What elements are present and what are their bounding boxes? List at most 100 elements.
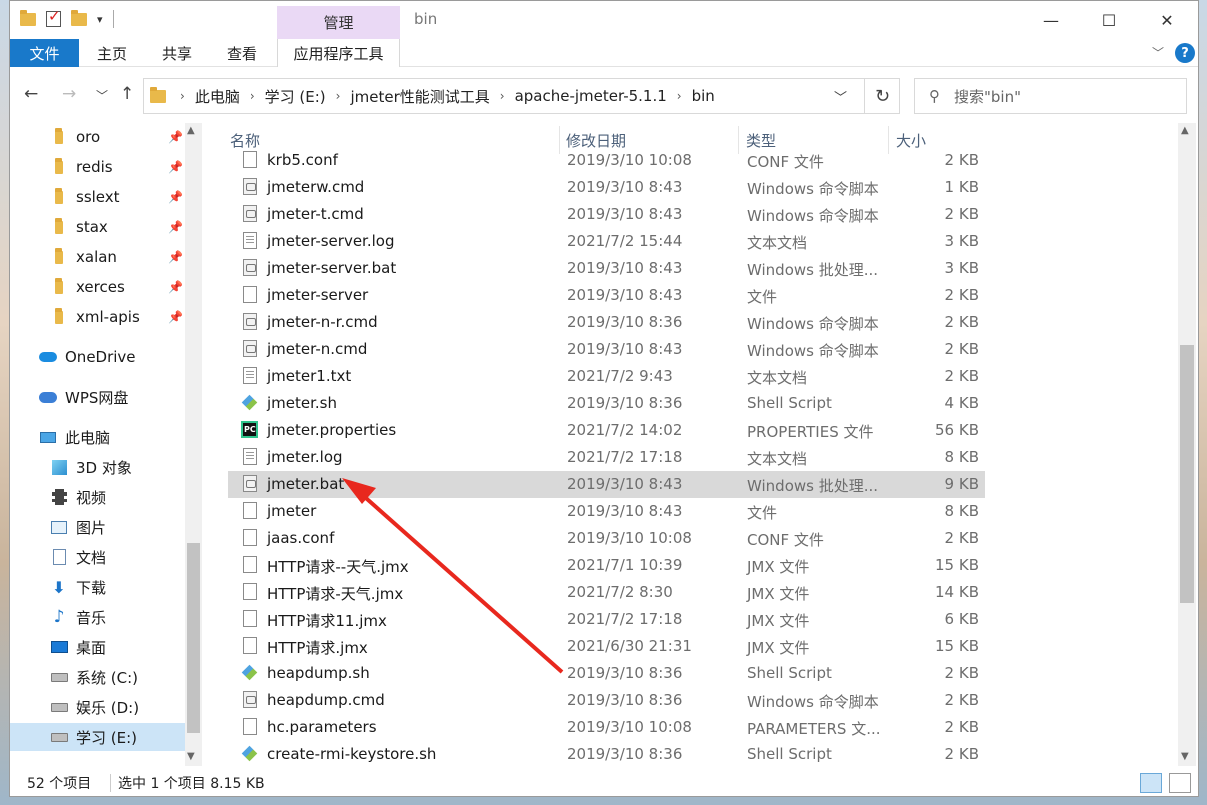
- chevron-right-icon[interactable]: ›: [180, 89, 185, 103]
- file-row[interactable]: jmeter.log 2021/7/2 17:18 文本文档 8 KB: [228, 444, 985, 471]
- tab-home[interactable]: 主页: [81, 39, 143, 67]
- sidebar-item-desktop[interactable]: 桌面: [10, 633, 185, 661]
- sidebar-item-xalan[interactable]: xalan 📌: [10, 243, 185, 271]
- file-row[interactable]: HTTP请求--天气.jmx 2021/7/1 10:39 JMX 文件 15 KB: [228, 552, 985, 579]
- tab-application-tools[interactable]: 应用程序工具: [277, 39, 400, 67]
- sidebar-item-oro[interactable]: oro 📌: [10, 123, 185, 151]
- forward-arrow-icon[interactable]: →: [62, 84, 76, 104]
- file-row[interactable]: heapdump.cmd 2019/3/10 8:36 Windows 命令脚本 2 …: [228, 687, 985, 714]
- chevron-right-icon[interactable]: ›: [336, 89, 341, 103]
- breadcrumb-apache-jmeter[interactable]: apache-jmeter-5.1.1: [515, 87, 667, 105]
- file-row[interactable]: jmeter-server 2019/3/10 8:43 文件 2 KB: [228, 282, 985, 309]
- sidebar-item-sslext[interactable]: sslext 📌: [10, 183, 185, 211]
- pin-icon[interactable]: 📌: [168, 280, 183, 294]
- sidebar-item-downloads[interactable]: ⬇ 下载: [10, 573, 185, 601]
- file-row[interactable]: heapdump.sh 2019/3/10 8:36 Shell Script 2 K…: [228, 660, 985, 687]
- maximize-button[interactable]: ☐: [1086, 7, 1132, 33]
- file-name: jmeter.sh: [267, 394, 337, 412]
- sidebar-item-redis[interactable]: redis 📌: [10, 153, 185, 181]
- sidebar-item-drive-c[interactable]: 系统 (C:): [10, 663, 185, 691]
- expand-ribbon-chevron-icon[interactable]: ﹀: [1152, 44, 1164, 61]
- help-icon[interactable]: ?: [1175, 43, 1195, 63]
- file-row[interactable]: jmeter-n-r.cmd 2019/3/10 8:36 Windows 命令脚本…: [228, 309, 985, 336]
- pin-icon[interactable]: 📌: [168, 160, 183, 174]
- back-arrow-icon[interactable]: ←: [24, 84, 38, 104]
- sidebar-item-drive-d[interactable]: 娱乐 (D:): [10, 693, 185, 721]
- pin-icon[interactable]: 📌: [168, 250, 183, 264]
- drive-icon: [50, 732, 68, 742]
- file-row[interactable]: HTTP请求.jmx 2021/6/30 21:31 JMX 文件 15 KB: [228, 633, 985, 660]
- scroll-down-arrow-icon[interactable]: ▼: [1181, 751, 1189, 762]
- sidebar-scroll-thumb[interactable]: [187, 543, 200, 733]
- address-history-chevron-icon[interactable]: ﹀: [834, 87, 847, 106]
- pin-icon[interactable]: 📌: [168, 220, 183, 234]
- file-row[interactable]: jmeter 2019/3/10 8:43 文件 8 KB: [228, 498, 985, 525]
- tab-view[interactable]: 查看: [211, 39, 273, 67]
- sidebar-item-xml-apis[interactable]: xml-apis 📌: [10, 303, 185, 331]
- large-icons-view-icon[interactable]: [1169, 773, 1191, 793]
- sidebar-item-stax[interactable]: stax 📌: [10, 213, 185, 241]
- recent-locations-chevron-icon[interactable]: ﹀: [96, 87, 108, 104]
- file-row[interactable]: jmeter-n.cmd 2019/3/10 8:43 Windows 命令脚本 2 …: [228, 336, 985, 363]
- file-row[interactable]: PC jmeter.properties 2021/7/2 14:02 PROPERT…: [228, 417, 985, 444]
- file-row[interactable]: create-rmi-keystore.sh 2019/3/10 8:36 Shel…: [228, 741, 985, 766]
- sidebar-item-music[interactable]: ♪ 音乐: [10, 603, 185, 631]
- breadcrumb-this-pc[interactable]: 此电脑: [195, 86, 240, 107]
- pin-icon[interactable]: 📌: [168, 190, 183, 204]
- tab-file[interactable]: 文件: [10, 39, 79, 67]
- sidebar-item-this-pc[interactable]: 此电脑: [10, 423, 185, 451]
- file-name: jmeterw.cmd: [267, 178, 365, 196]
- file-list-scrollbar[interactable]: ▲ ▼: [1178, 123, 1196, 766]
- manage-context-tab[interactable]: 管理: [277, 6, 400, 39]
- minimize-button[interactable]: —: [1028, 7, 1074, 33]
- breadcrumb-drive-e[interactable]: 学习 (E:): [265, 86, 326, 107]
- sidebar-item-onedrive[interactable]: OneDrive: [10, 343, 185, 371]
- tab-share[interactable]: 共享: [146, 39, 208, 67]
- file-row[interactable]: jmeter.bat 2019/3/10 8:43 Windows 批处理... 9 …: [228, 471, 985, 498]
- file-row[interactable]: jmeter.sh 2019/3/10 8:36 Shell Script 4 KB: [228, 390, 985, 417]
- search-box[interactable]: ⚲ 搜索"bin": [914, 78, 1187, 114]
- address-bar[interactable]: › 此电脑 › 学习 (E:) › jmeter性能测试工具 › apache-…: [143, 78, 900, 114]
- sidebar-item-drive-e[interactable]: 学习 (E:): [10, 723, 185, 751]
- breadcrumb-bin[interactable]: bin: [692, 87, 715, 105]
- sidebar-item-3d-objects[interactable]: 3D 对象: [10, 453, 185, 481]
- scroll-down-arrow-icon[interactable]: ▼: [187, 751, 195, 762]
- sidebar-item-videos[interactable]: 视频: [10, 483, 185, 511]
- sidebar-scrollbar[interactable]: ▲ ▼: [185, 123, 202, 766]
- file-row[interactable]: jmeter-server.bat 2019/3/10 8:43 Windows 批…: [228, 255, 985, 282]
- file-row[interactable]: jmeterw.cmd 2019/3/10 8:43 Windows 命令脚本 1 K…: [228, 174, 985, 201]
- scroll-up-arrow-icon[interactable]: ▲: [1181, 125, 1189, 136]
- pin-icon[interactable]: 📌: [168, 130, 183, 144]
- file-row[interactable]: hc.parameters 2019/3/10 10:08 PARAMETERS 文…: [228, 714, 985, 741]
- file-name: jmeter1.txt: [267, 367, 352, 385]
- customize-toolbar-chevron-icon[interactable]: ▾: [97, 13, 103, 26]
- file-row[interactable]: krb5.conf 2019/3/10 10:08 CONF 文件 2 KB: [228, 147, 985, 174]
- chevron-right-icon[interactable]: ›: [677, 89, 682, 103]
- sidebar-item-documents[interactable]: 文档: [10, 543, 185, 571]
- sidebar-item-xerces[interactable]: xerces 📌: [10, 273, 185, 301]
- file-type: 文本文档: [747, 234, 808, 252]
- file-row[interactable]: jaas.conf 2019/3/10 10:08 CONF 文件 2 KB: [228, 525, 985, 552]
- pin-icon[interactable]: 📌: [168, 310, 183, 324]
- file-row[interactable]: jmeter-t.cmd 2019/3/10 8:43 Windows 命令脚本 2 …: [228, 201, 985, 228]
- sidebar-item-wps[interactable]: WPS网盘: [10, 383, 185, 411]
- file-row[interactable]: HTTP请求11.jmx 2021/7/2 17:18 JMX 文件 6 KB: [228, 606, 985, 633]
- chevron-right-icon[interactable]: ›: [500, 89, 505, 103]
- chevron-right-icon[interactable]: ›: [250, 89, 255, 103]
- refresh-icon[interactable]: ↻: [864, 79, 900, 113]
- breadcrumb-jmeter-tools[interactable]: jmeter性能测试工具: [350, 86, 489, 107]
- details-view-icon[interactable]: [1140, 773, 1162, 793]
- scroll-up-arrow-icon[interactable]: ▲: [187, 125, 195, 136]
- up-arrow-icon[interactable]: ↑: [120, 84, 134, 104]
- close-button[interactable]: ✕: [1144, 7, 1190, 33]
- file-list-scroll-thumb[interactable]: [1180, 345, 1194, 603]
- file-row[interactable]: HTTP请求-天气.jmx 2021/7/2 8:30 JMX 文件 14 KB: [228, 579, 985, 606]
- file-size: 2 KB: [944, 313, 979, 331]
- text-file-icon: [243, 232, 257, 249]
- sidebar-item-pictures[interactable]: 图片: [10, 513, 185, 541]
- properties-icon[interactable]: [46, 7, 61, 27]
- file-row[interactable]: jmeter1.txt 2021/7/2 9:43 文本文档 2 KB: [228, 363, 985, 390]
- new-folder-icon[interactable]: [71, 9, 87, 26]
- file-row[interactable]: jmeter-server.log 2021/7/2 15:44 文本文档 3 KB: [228, 228, 985, 255]
- folder-icon[interactable]: [20, 9, 36, 26]
